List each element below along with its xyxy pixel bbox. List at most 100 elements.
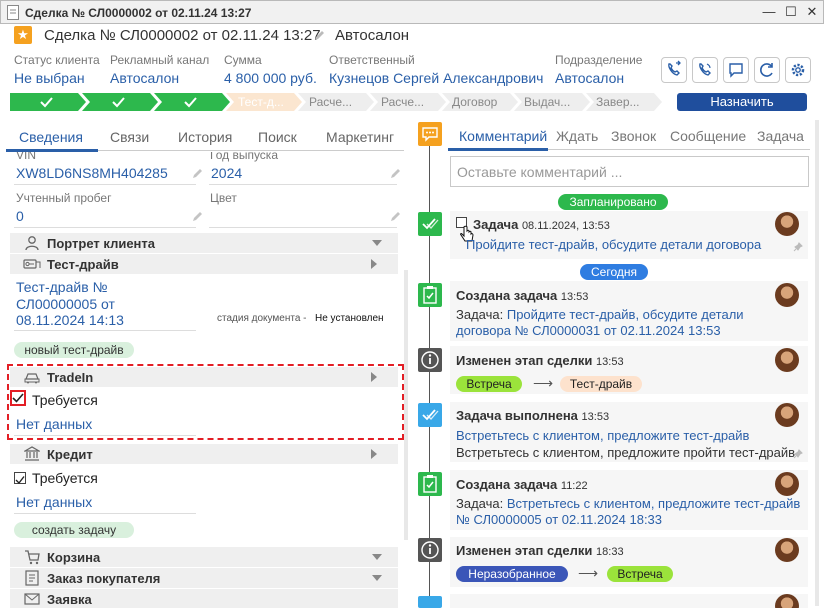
- today-badge: Сегодня: [580, 264, 648, 280]
- sum-label: Сумма: [224, 53, 262, 67]
- timeline-card-task-created[interactable]: Создана задача 11:22 Задача: Встретьтесь…: [450, 470, 808, 530]
- avatar: [775, 472, 799, 496]
- year-value[interactable]: 2024: [211, 165, 242, 181]
- new-test-drive-button[interactable]: новый тест-драйв: [14, 342, 134, 358]
- task-description-link[interactable]: Встретьтесь с клиентом, предложите тест-…: [456, 428, 749, 443]
- tab-active-indicator: [448, 148, 548, 151]
- division-value[interactable]: Автосалон: [555, 70, 624, 86]
- assign-button[interactable]: Назначить: [677, 93, 807, 111]
- avatar: [775, 348, 799, 372]
- color-label: Цвет: [210, 191, 237, 205]
- stage-label: Расче...: [309, 95, 353, 109]
- document-stage-label: стадия документа -: [217, 313, 307, 324]
- sum-value[interactable]: 4 800 000 руб.: [224, 70, 317, 86]
- close-button[interactable]: ✕: [804, 4, 820, 20]
- section-credit[interactable]: Кредит: [10, 444, 398, 464]
- tab-comment[interactable]: Комментарий: [459, 128, 547, 144]
- message-button[interactable]: [723, 57, 749, 83]
- timeline-card-task[interactable]: Задача 08.11.2024, 13:53 Пройдите тест-д…: [450, 211, 808, 259]
- stage-label: Тест-д...: [238, 95, 284, 109]
- client-status-value[interactable]: Не выбран: [14, 70, 85, 86]
- timeline-card-partial[interactable]: [450, 594, 808, 608]
- tab-details[interactable]: Сведения: [19, 129, 83, 145]
- pin-icon[interactable]: [793, 242, 803, 252]
- responsible-value[interactable]: Кузнецов Сергей Александрович: [329, 70, 543, 86]
- timeline-card-task-done[interactable]: Задача выполнена 13:53 Встретьтесь с кли…: [450, 402, 808, 462]
- tab-task[interactable]: Задача: [757, 128, 804, 144]
- settings-button[interactable]: [785, 57, 811, 83]
- car-key-icon: [23, 259, 41, 269]
- document-icon: [7, 5, 19, 20]
- section-customer-order[interactable]: Заказ покупателя: [10, 568, 398, 588]
- task-document-link[interactable]: договора № СЛ0000031 от 02.11.2024 13:53: [456, 323, 721, 338]
- phone-icon: [699, 63, 711, 76]
- stage-label: Расче...: [381, 95, 425, 109]
- tab-message[interactable]: Сообщение: [670, 128, 746, 144]
- task-comment: Встретьтесь с клиентом, предложите пройт…: [456, 445, 796, 460]
- test-drive-document-link[interactable]: Тест-драйв № СЛ00000005 от 08.11.2024 14…: [16, 279, 124, 329]
- stage-label: Договор: [452, 95, 498, 109]
- timeline-card-stage-change[interactable]: Изменен этап сделки 18:33 Неразобранное …: [450, 537, 808, 587]
- stage-to-badge: Встреча: [607, 566, 673, 582]
- timeline-card-stage-change[interactable]: Изменен этап сделки 13:53 Встреча ⟶ Тест…: [450, 346, 808, 394]
- credit-required-label: Требуется: [32, 470, 98, 486]
- section-title: Заказ покупателя: [47, 571, 161, 586]
- avatar: [775, 283, 799, 307]
- stage-label: Завер...: [596, 95, 640, 109]
- tab-marketing[interactable]: Маркетинг: [326, 129, 394, 145]
- call-transfer-button[interactable]: [661, 57, 687, 83]
- tab-search[interactable]: Поиск: [258, 129, 297, 145]
- bank-icon: [24, 446, 40, 461]
- gear-icon: [791, 63, 805, 77]
- chevron-right-icon: [371, 259, 377, 269]
- document-icon: [25, 570, 39, 586]
- edit-pencil-icon[interactable]: [192, 211, 202, 221]
- responsible-label: Ответственный: [329, 53, 415, 67]
- card-line: Задача: Пройдите тест-драйв, обсудите де…: [456, 307, 744, 322]
- right-scrollbar[interactable]: [815, 120, 819, 606]
- tab-links[interactable]: Связи: [110, 129, 149, 145]
- chevron-down-icon: [372, 575, 382, 581]
- avatar: [775, 538, 799, 562]
- card-title: Создана задача 11:22: [456, 477, 588, 492]
- section-request[interactable]: Заявка: [10, 589, 398, 608]
- section-cart[interactable]: Корзина: [10, 547, 398, 567]
- ad-channel-value[interactable]: Автосалон: [110, 70, 179, 86]
- left-scrollbar[interactable]: [404, 270, 408, 540]
- task-created-icon: [418, 472, 442, 496]
- stage-change-icon: [418, 348, 442, 372]
- section-test-drive[interactable]: Тест-драйв: [10, 254, 398, 274]
- edit-pencil-icon[interactable]: [390, 168, 400, 178]
- edit-pencil-icon[interactable]: [390, 211, 400, 221]
- timeline-card-task-created[interactable]: Создана задача 13:53 Задача: Пройдите те…: [450, 281, 808, 341]
- create-task-button[interactable]: создать задачу: [14, 522, 134, 538]
- task-document-link[interactable]: № СЛ0000005 от 02.11.2024 18:33: [456, 512, 662, 527]
- cart-icon: [25, 550, 40, 565]
- pin-icon[interactable]: [793, 449, 803, 459]
- edit-pencil-icon[interactable]: [192, 168, 202, 178]
- credit-no-data-link[interactable]: Нет данных: [16, 494, 92, 510]
- section-title: Заявка: [47, 592, 92, 607]
- section-title: Портрет клиента: [47, 236, 155, 251]
- task-description-link[interactable]: Пройдите тест-драйв, обсудите детали дог…: [466, 237, 761, 252]
- tab-history[interactable]: История: [178, 129, 232, 145]
- stage-from-badge: Встреча: [456, 376, 522, 392]
- task-type-icon: [418, 596, 442, 608]
- credit-required-checkbox[interactable]: [14, 472, 26, 485]
- card-title: Изменен этап сделки 18:33: [456, 543, 624, 558]
- page-subtitle: Автосалон: [335, 27, 410, 44]
- call-button[interactable]: [692, 57, 718, 83]
- maximize-button[interactable]: ☐: [783, 4, 799, 20]
- section-title: Тест-драйв: [47, 257, 119, 272]
- chevron-down-icon: [372, 554, 382, 560]
- vin-value[interactable]: XW8LD6NS8MH404285: [16, 165, 168, 181]
- client-status-label: Статус клиента: [14, 53, 100, 67]
- mileage-value[interactable]: 0: [16, 208, 24, 224]
- section-client-portrait[interactable]: Портрет клиента: [10, 233, 398, 253]
- info-icon: [421, 541, 439, 559]
- tab-call[interactable]: Звонок: [611, 128, 656, 144]
- minimize-button[interactable]: —: [761, 4, 777, 20]
- edit-pencil-icon[interactable]: [314, 30, 325, 41]
- refresh-button[interactable]: [754, 57, 780, 83]
- tab-wait[interactable]: Ждать: [556, 128, 598, 144]
